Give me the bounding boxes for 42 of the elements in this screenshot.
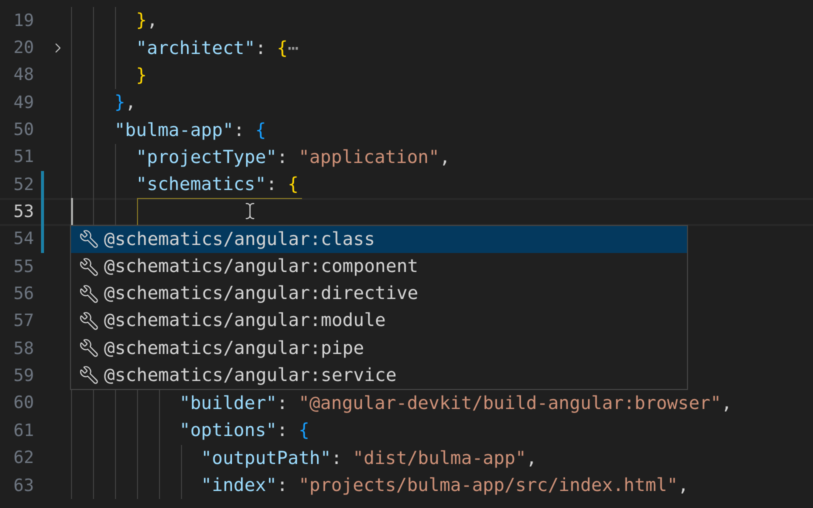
line-number: 63 <box>12 476 34 496</box>
line-number: 51 <box>12 147 34 168</box>
line-number: 55 <box>12 256 34 277</box>
code-line: "outputPath": "dist/bulma-app", <box>201 448 537 469</box>
code-line: } <box>136 64 147 86</box>
wrench-icon <box>79 256 99 277</box>
code-line: "index": "projects/bulma-app/src/index.html", <box>201 475 689 496</box>
text-caret <box>71 198 73 226</box>
suggestion-item[interactable]: @schematics/angular:pipe <box>71 334 687 362</box>
code-line: }, <box>136 10 158 32</box>
wrench-icon <box>79 365 99 386</box>
line-number: 58 <box>12 338 34 359</box>
line-number: 53 <box>12 202 34 222</box>
suggestion-item[interactable]: @schematics/angular:directive <box>71 280 687 308</box>
line-number: 54 <box>12 229 34 250</box>
line-number: 19 <box>12 10 34 31</box>
code-line: "architect": {⋯ <box>136 38 299 59</box>
code-line: "projectType": "application", <box>136 146 450 168</box>
line-number: 59 <box>12 366 34 386</box>
line-number: 20 <box>12 38 34 58</box>
line-number: 57 <box>12 311 34 332</box>
code-line: "bulma-app": { <box>114 120 266 141</box>
line-number: 60 <box>12 393 34 414</box>
code-line: "builder": "@angular-devkit/build-angular:browser", <box>179 392 732 414</box>
line-number: 50 <box>12 120 34 140</box>
suggestion-item[interactable]: @schematics/angular:component <box>71 252 687 280</box>
line-number: 52 <box>12 174 34 195</box>
line-number: 56 <box>12 284 34 304</box>
code-line: }, <box>114 92 136 114</box>
line-number: 61 <box>12 420 34 441</box>
wrench-icon <box>79 284 99 304</box>
code-line: "options": { <box>179 420 310 442</box>
suggestion-item[interactable]: @schematics/angular:module <box>71 307 687 335</box>
wrench-icon <box>79 310 99 331</box>
wrench-icon <box>79 229 99 250</box>
line-number: 49 <box>12 92 34 113</box>
wrench-icon <box>79 338 99 358</box>
suggestion-item[interactable]: @schematics/angular:service <box>71 362 687 389</box>
line-number: 48 <box>12 65 34 86</box>
line-number: 62 <box>12 448 34 468</box>
suggestion-item[interactable]: @schematics/angular:class <box>71 226 687 253</box>
code-line: "schematics": { <box>136 174 299 196</box>
